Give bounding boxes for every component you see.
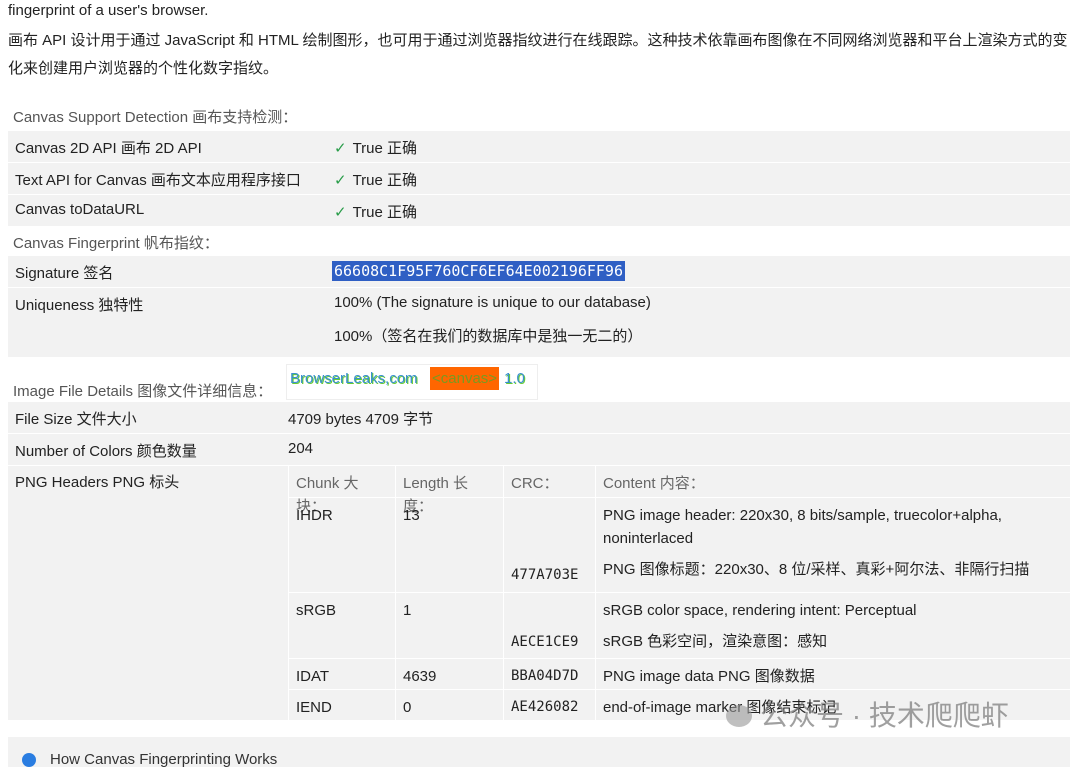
chunk-content-en: PNG image data PNG 图像数据 <box>595 659 1070 689</box>
watermark: 公众号 · 技术爬爬虾 <box>726 694 1009 734</box>
chunk-content-en: sRGB color space, rendering intent: Perc… <box>603 602 917 619</box>
chunk-row: IDAT 4639 BBA04D7D PNG image data PNG 图像… <box>288 659 1070 690</box>
col-header: Chunk 大块： <box>296 475 359 515</box>
support-title: Canvas Support Detection 画布支持检测： <box>13 109 298 126</box>
check-icon: ✓ <box>334 204 347 221</box>
check-icon: ✓ <box>334 140 347 157</box>
watermark-text: 公众号 · 技术爬爬虾 <box>760 700 1009 731</box>
col-header: Length 长度： <box>395 466 503 515</box>
check-icon: ✓ <box>334 172 347 189</box>
uniqueness-en: 100% (The signature is unique to our dat… <box>334 294 651 311</box>
chunk-row: sRGB 1 AECE1CE9 sRGB color space, render… <box>288 593 1070 659</box>
chunk-content-en: PNG image header: 220x30, 8 bits/sample,… <box>603 507 1002 547</box>
chunk-crc: AECE1CE9 <box>503 593 595 658</box>
chunk-name: IDAT <box>296 668 330 685</box>
image-table: File Size 文件大小 4709 bytes 4709 字节 Number … <box>8 402 1070 720</box>
row-value: 4709 bytes 4709 字节 <box>288 411 434 428</box>
canvas-preview-image: BrowserLeaks,com <canvas> 1.0 <box>286 364 538 400</box>
next-section-box: How Canvas Fingerprinting Works <box>8 737 1070 768</box>
chunk-name: IHDR <box>296 507 333 524</box>
row-label: Canvas 2D API 画布 2D API <box>15 140 202 157</box>
table-row: Number of Colors 颜色数量 204 <box>8 434 1070 466</box>
row-label: File Size 文件大小 <box>15 411 137 428</box>
intro-en: fingerprint of a user's browser. <box>8 2 209 19</box>
preview-tag: <canvas> <box>430 367 500 390</box>
chunk-row: IHDR 13 477A703E PNG image header: 220x3… <box>288 498 1070 593</box>
uniqueness-zh: 100%（签名在我们的数据库中是独一无二的） <box>334 328 643 345</box>
intro-zh: 画布 API 设计用于通过 JavaScript 和 HTML 绘制图形，也可用… <box>8 32 1068 77</box>
chunk-length: 13 <box>395 498 503 592</box>
row-label: Text API for Canvas 画布文本应用程序接口 <box>15 172 301 189</box>
preview-version: 1.0 <box>504 370 525 387</box>
row-label: Uniqueness 独特性 <box>15 297 144 314</box>
table-row: Text API for Canvas 画布文本应用程序接口 ✓ True 正确 <box>8 163 1070 195</box>
row-label: Number of Colors 颜色数量 <box>15 443 197 460</box>
table-row: Canvas 2D API 画布 2D API ✓ True 正确 <box>8 131 1070 163</box>
col-header: CRC： <box>503 466 595 497</box>
row-label: Signature 签名 <box>15 265 114 282</box>
col-header: Content 内容： <box>595 466 1070 497</box>
table-row: File Size 文件大小 4709 bytes 4709 字节 <box>8 402 1070 434</box>
intro-text: fingerprint of a user's browser. 画布 API … <box>8 0 1068 83</box>
chunk-name: sRGB <box>296 602 337 619</box>
row-value: True 正确 <box>352 204 418 221</box>
signature-value[interactable]: 66608C1F95F760CF6EF64E002196FF96 <box>332 261 625 281</box>
row-value: True 正确 <box>352 172 418 189</box>
chunk-length: 0 <box>395 690 503 720</box>
table-row: Canvas toDataURL ✓ True 正确 <box>8 195 1070 227</box>
chunk-name: IEND <box>296 699 332 716</box>
row-label: PNG Headers PNG 标头 <box>15 474 180 491</box>
fingerprint-title: Canvas Fingerprint 帆布指纹： <box>13 235 219 252</box>
png-header-row: Chunk 大块： Length 长度： CRC： Content 内容： <box>288 466 1070 515</box>
chunk-length: 4639 <box>395 659 503 689</box>
info-icon <box>22 753 36 767</box>
row-value: 204 <box>288 440 314 457</box>
chunk-content-zh: PNG 图像标题：220x30、8 位/采样、真彩+阿尔法、非隔行扫描 <box>603 561 1030 578</box>
chunk-content-zh: sRGB 色彩空间，渲染意图：感知 <box>603 633 828 650</box>
support-table: Canvas 2D API 画布 2D API ✓ True 正确 Text API… <box>8 131 1070 227</box>
row-label: Canvas toDataURL <box>15 201 145 218</box>
uniqueness-row: Uniqueness 独特性 100% (The signature is un… <box>8 288 1070 357</box>
fingerprint-table: Signature 签名 66608C1F95F760CF6EF64E002196… <box>8 256 1070 357</box>
chunk-crc: 477A703E <box>503 498 595 592</box>
chunk-length: 1 <box>395 593 503 658</box>
wechat-icon <box>726 705 752 727</box>
chunk-crc: AE426082 <box>503 690 595 720</box>
preview-site: BrowserLeaks,com <box>290 370 418 387</box>
chunk-crc: BBA04D7D <box>503 659 595 689</box>
image-title: Image File Details 图像文件详细信息： <box>13 383 273 400</box>
next-section-title: How Canvas Fingerprinting Works <box>50 751 278 768</box>
row-value: True 正确 <box>352 140 418 157</box>
signature-row: Signature 签名 66608C1F95F760CF6EF64E002196… <box>8 256 1070 288</box>
